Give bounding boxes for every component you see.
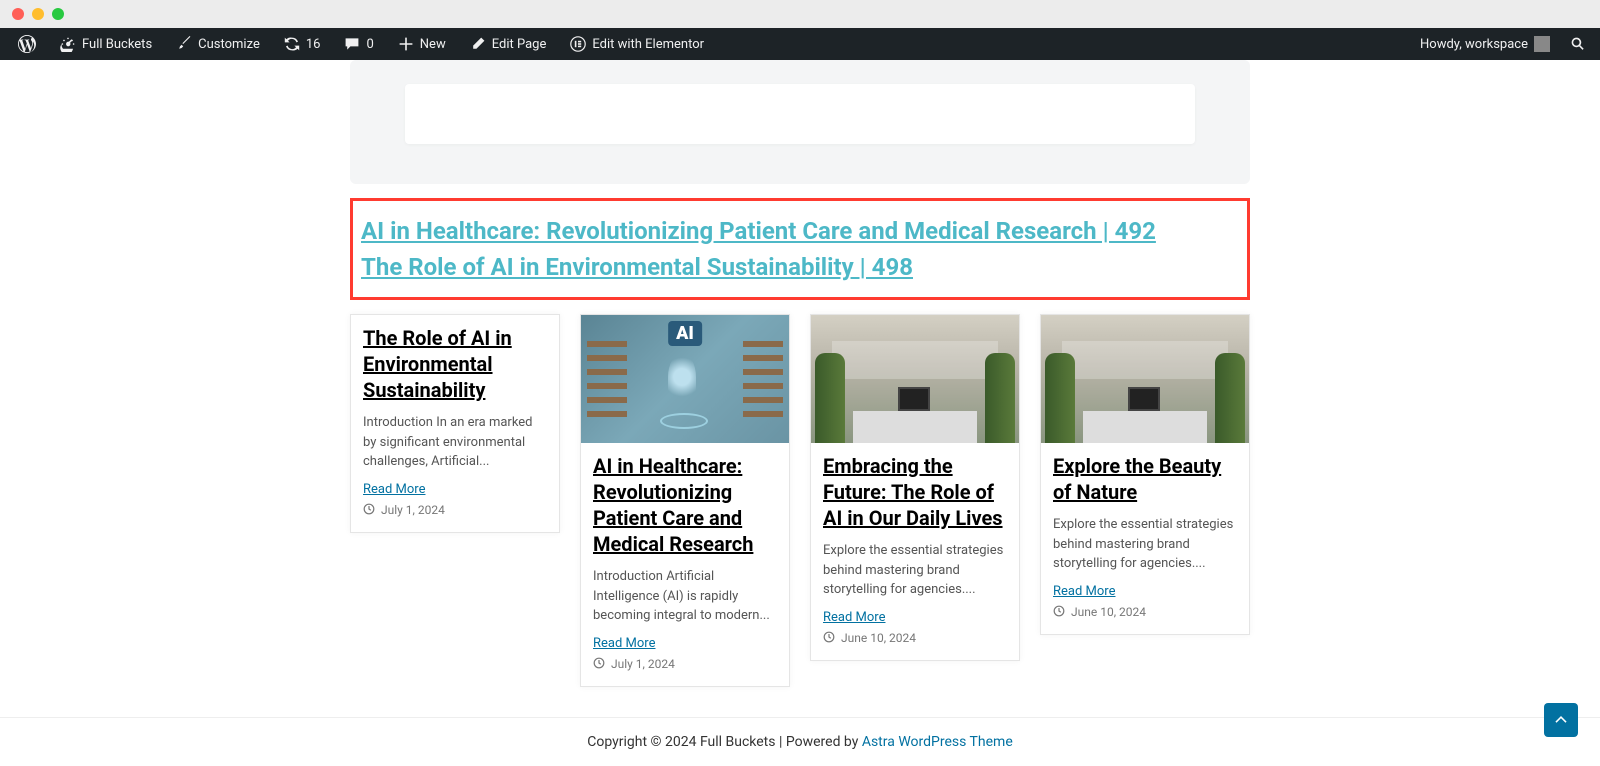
elementor-icon (570, 36, 586, 52)
post-excerpt: Introduction In an era marked by signifi… (363, 413, 547, 472)
post-title-link[interactable]: The Role of AI in Environmental Sustaina… (363, 325, 547, 403)
customize-label: Customize (198, 37, 260, 52)
read-more-link[interactable]: Read More (593, 636, 655, 651)
chevron-up-icon (1553, 712, 1569, 728)
updates-count: 16 (306, 37, 321, 52)
minimize-window-button[interactable] (32, 8, 44, 20)
page-body: AI in Healthcare: Revolutionizing Patien… (0, 60, 1600, 766)
maximize-window-button[interactable] (52, 8, 64, 20)
post-date: July 1, 2024 (363, 503, 547, 518)
window-chrome (0, 0, 1600, 28)
wp-admin-bar: Full Buckets Customize 16 0 New Edit Pag… (0, 28, 1600, 60)
post-card: Embracing the Future: The Role of AI in … (810, 314, 1020, 661)
site-name-label: Full Buckets (82, 37, 152, 52)
clock-icon (1053, 605, 1065, 620)
refresh-icon (284, 36, 300, 52)
close-window-button[interactable] (12, 8, 24, 20)
post-cards-row: The Role of AI in Environmental Sustaina… (350, 314, 1250, 687)
content-block (350, 60, 1250, 184)
highlight-link-1[interactable]: AI in Healthcare: Revolutionizing Patien… (361, 213, 1239, 249)
read-more-link[interactable]: Read More (363, 482, 425, 497)
highlight-link-2[interactable]: The Role of AI in Environmental Sustaina… (361, 249, 1239, 285)
scroll-to-top-button[interactable] (1544, 703, 1578, 737)
edit-elementor-label: Edit with Elementor (592, 37, 704, 52)
wordpress-icon (18, 35, 36, 53)
post-excerpt: Introduction Artificial Intelligence (AI… (593, 567, 777, 626)
highlighted-links-box: AI in Healthcare: Revolutionizing Patien… (350, 198, 1250, 300)
avatar-icon (1534, 36, 1550, 52)
clock-icon (593, 657, 605, 672)
updates-link[interactable]: 16 (274, 28, 331, 60)
post-date-label: June 10, 2024 (841, 631, 916, 645)
read-more-link[interactable]: Read More (823, 610, 885, 625)
post-thumbnail[interactable] (581, 315, 789, 443)
post-card: Explore the Beauty of Nature Explore the… (1040, 314, 1250, 635)
clock-icon (823, 631, 835, 646)
copyright-text: Copyright © 2024 Full Buckets | Powered … (587, 734, 862, 750)
post-excerpt: Explore the essential strategies behind … (823, 541, 1007, 600)
post-date: July 1, 2024 (593, 657, 777, 672)
new-link[interactable]: New (388, 28, 456, 60)
comment-icon (344, 36, 360, 52)
post-date-label: July 1, 2024 (611, 657, 675, 671)
site-footer: Copyright © 2024 Full Buckets | Powered … (0, 717, 1600, 766)
post-title-link[interactable]: Explore the Beauty of Nature (1053, 453, 1237, 505)
post-card: AI in Healthcare: Revolutionizing Patien… (580, 314, 790, 687)
read-more-link[interactable]: Read More (1053, 584, 1115, 599)
site-name-link[interactable]: Full Buckets (50, 28, 162, 60)
edit-page-link[interactable]: Edit Page (460, 28, 557, 60)
greeting-label: Howdy, workspace (1420, 37, 1528, 52)
post-date: June 10, 2024 (823, 631, 1007, 646)
post-excerpt: Explore the essential strategies behind … (1053, 515, 1237, 574)
theme-link[interactable]: Astra WordPress Theme (862, 734, 1013, 750)
post-title-link[interactable]: AI in Healthcare: Revolutionizing Patien… (593, 453, 777, 557)
search-button[interactable] (1564, 28, 1592, 60)
inner-content-box (405, 84, 1195, 144)
customize-link[interactable]: Customize (166, 28, 270, 60)
post-thumbnail[interactable] (811, 315, 1019, 443)
post-date: June 10, 2024 (1053, 605, 1237, 620)
dashboard-icon (60, 36, 76, 52)
post-title-link[interactable]: Embracing the Future: The Role of AI in … (823, 453, 1007, 531)
pencil-icon (470, 36, 486, 52)
post-thumbnail[interactable] (1041, 315, 1249, 443)
wp-logo-button[interactable] (8, 28, 46, 60)
search-icon (1570, 36, 1586, 52)
comments-link[interactable]: 0 (334, 28, 383, 60)
brush-icon (176, 36, 192, 52)
comments-count: 0 (366, 37, 373, 52)
account-link[interactable]: Howdy, workspace (1410, 28, 1560, 60)
new-label: New (420, 37, 446, 52)
clock-icon (363, 503, 375, 518)
plus-icon (398, 36, 414, 52)
post-date-label: July 1, 2024 (381, 503, 445, 517)
edit-elementor-link[interactable]: Edit with Elementor (560, 28, 714, 60)
post-date-label: June 10, 2024 (1071, 605, 1146, 619)
edit-page-label: Edit Page (492, 37, 547, 52)
post-card: The Role of AI in Environmental Sustaina… (350, 314, 560, 533)
